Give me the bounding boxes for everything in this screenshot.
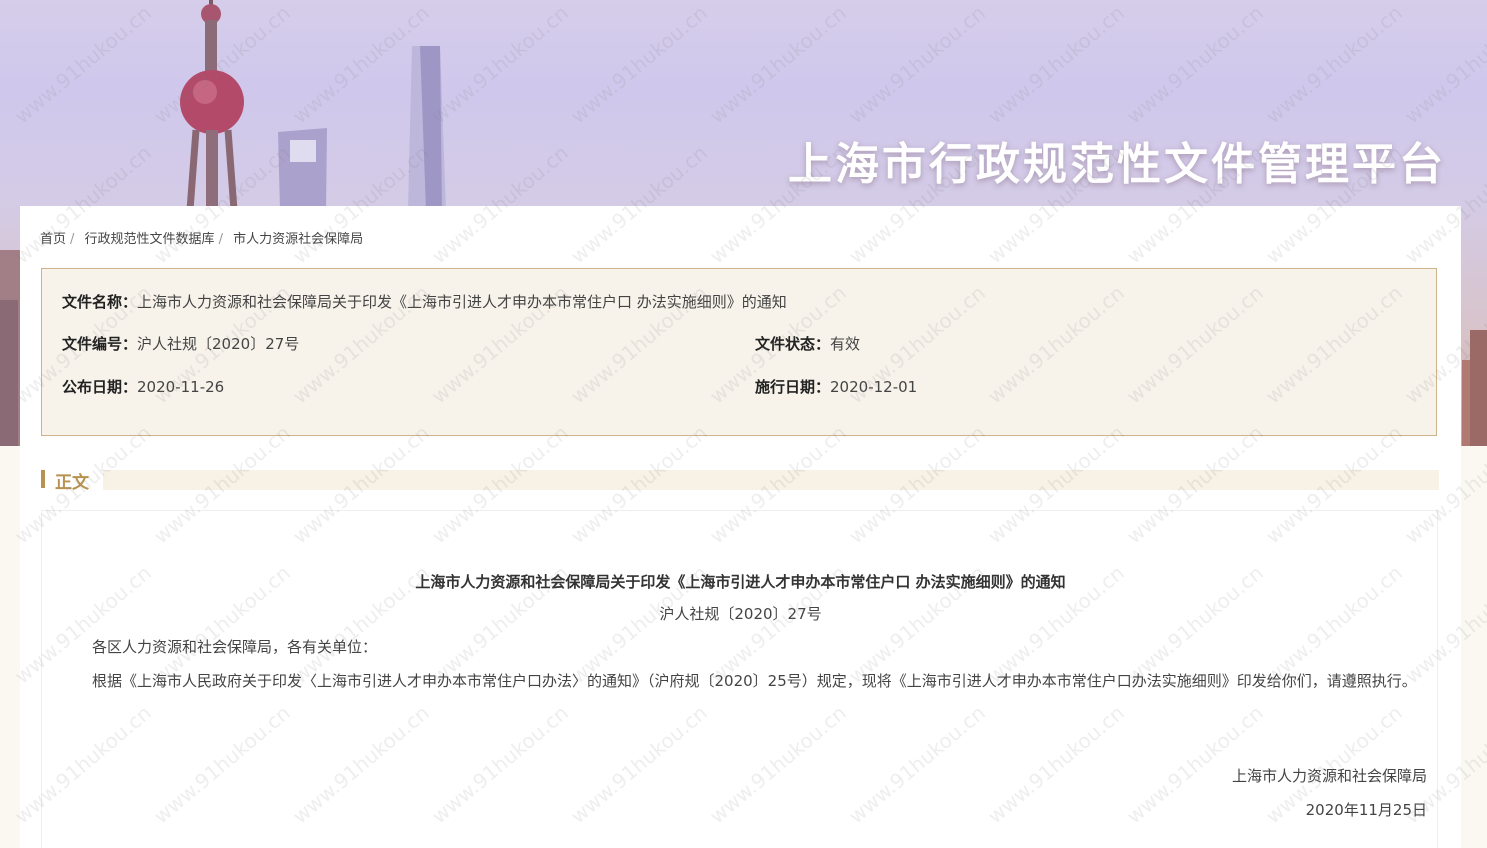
breadcrumb-database[interactable]: 行政规范性文件数据库 bbox=[85, 232, 215, 247]
breadcrumb-separator: / bbox=[218, 232, 223, 247]
meta-file-status-value: 有效 bbox=[830, 335, 861, 353]
section-accent-bar bbox=[41, 470, 45, 488]
meta-file-number: 文件编号：沪人社规〔2020〕27号 bbox=[62, 333, 299, 354]
document-number: 沪人社规〔2020〕27号 bbox=[659, 605, 822, 623]
meta-file-name: 文件名称：上海市人力资源和社会保障局关于印发《上海市引进人才申办本市常住户口 办… bbox=[62, 291, 787, 312]
document-paragraph: 根据《上海市人民政府关于印发〈上海市引进人才申办本市常住户口办法〉的通知》（沪府… bbox=[92, 672, 1417, 690]
meta-file-status: 文件状态：有效 bbox=[755, 333, 860, 354]
site-title: 上海市行政规范性文件管理平台 bbox=[788, 139, 1446, 190]
document-salutation: 各区人力资源和社会保障局，各有关单位： bbox=[92, 638, 378, 656]
section-header: 正文 bbox=[41, 468, 1439, 493]
meta-file-number-value: 沪人社规〔2020〕27号 bbox=[137, 335, 300, 353]
section-title: 正文 bbox=[55, 473, 89, 493]
meta-publish-date-value: 2020-11-26 bbox=[137, 378, 225, 396]
section-stripe bbox=[103, 470, 1439, 490]
breadcrumb-separator: / bbox=[70, 232, 75, 247]
meta-file-status-label: 文件状态： bbox=[755, 335, 831, 353]
meta-file-name-value: 上海市人力资源和社会保障局关于印发《上海市引进人才申办本市常住户口 办法实施细则… bbox=[137, 293, 787, 311]
meta-file-number-label: 文件编号： bbox=[62, 335, 138, 353]
document-meta-box: 文件名称：上海市人力资源和社会保障局关于印发《上海市引进人才申办本市常住户口 办… bbox=[41, 268, 1437, 436]
meta-effective-date-label: 施行日期： bbox=[755, 378, 831, 396]
meta-publish-date: 公布日期：2020-11-26 bbox=[62, 376, 224, 397]
breadcrumb-home[interactable]: 首页 bbox=[40, 232, 66, 247]
document-title: 上海市人力资源和社会保障局关于印发《上海市引进人才申办本市常住户口 办法实施细则… bbox=[415, 573, 1066, 591]
document-date: 2020年11月25日 bbox=[1305, 801, 1427, 819]
breadcrumb-department[interactable]: 市人力资源社会保障局 bbox=[233, 232, 363, 247]
content-panel: 首页 / 行政规范性文件数据库 / 市人力资源社会保障局 文件名称：上海市人力资源和… bbox=[20, 206, 1461, 848]
document-body: 上海市人力资源和社会保障局关于印发《上海市引进人才申办本市常住户口 办法实施细则… bbox=[41, 510, 1438, 848]
document-issuer: 上海市人力资源和社会保障局 bbox=[1231, 767, 1427, 785]
meta-publish-date-label: 公布日期： bbox=[62, 378, 138, 396]
meta-file-name-label: 文件名称： bbox=[62, 293, 138, 311]
meta-effective-date-value: 2020-12-01 bbox=[830, 378, 918, 396]
meta-effective-date: 施行日期：2020-12-01 bbox=[755, 376, 917, 397]
breadcrumb: 首页 / 行政规范性文件数据库 / 市人力资源社会保障局 bbox=[40, 228, 363, 247]
